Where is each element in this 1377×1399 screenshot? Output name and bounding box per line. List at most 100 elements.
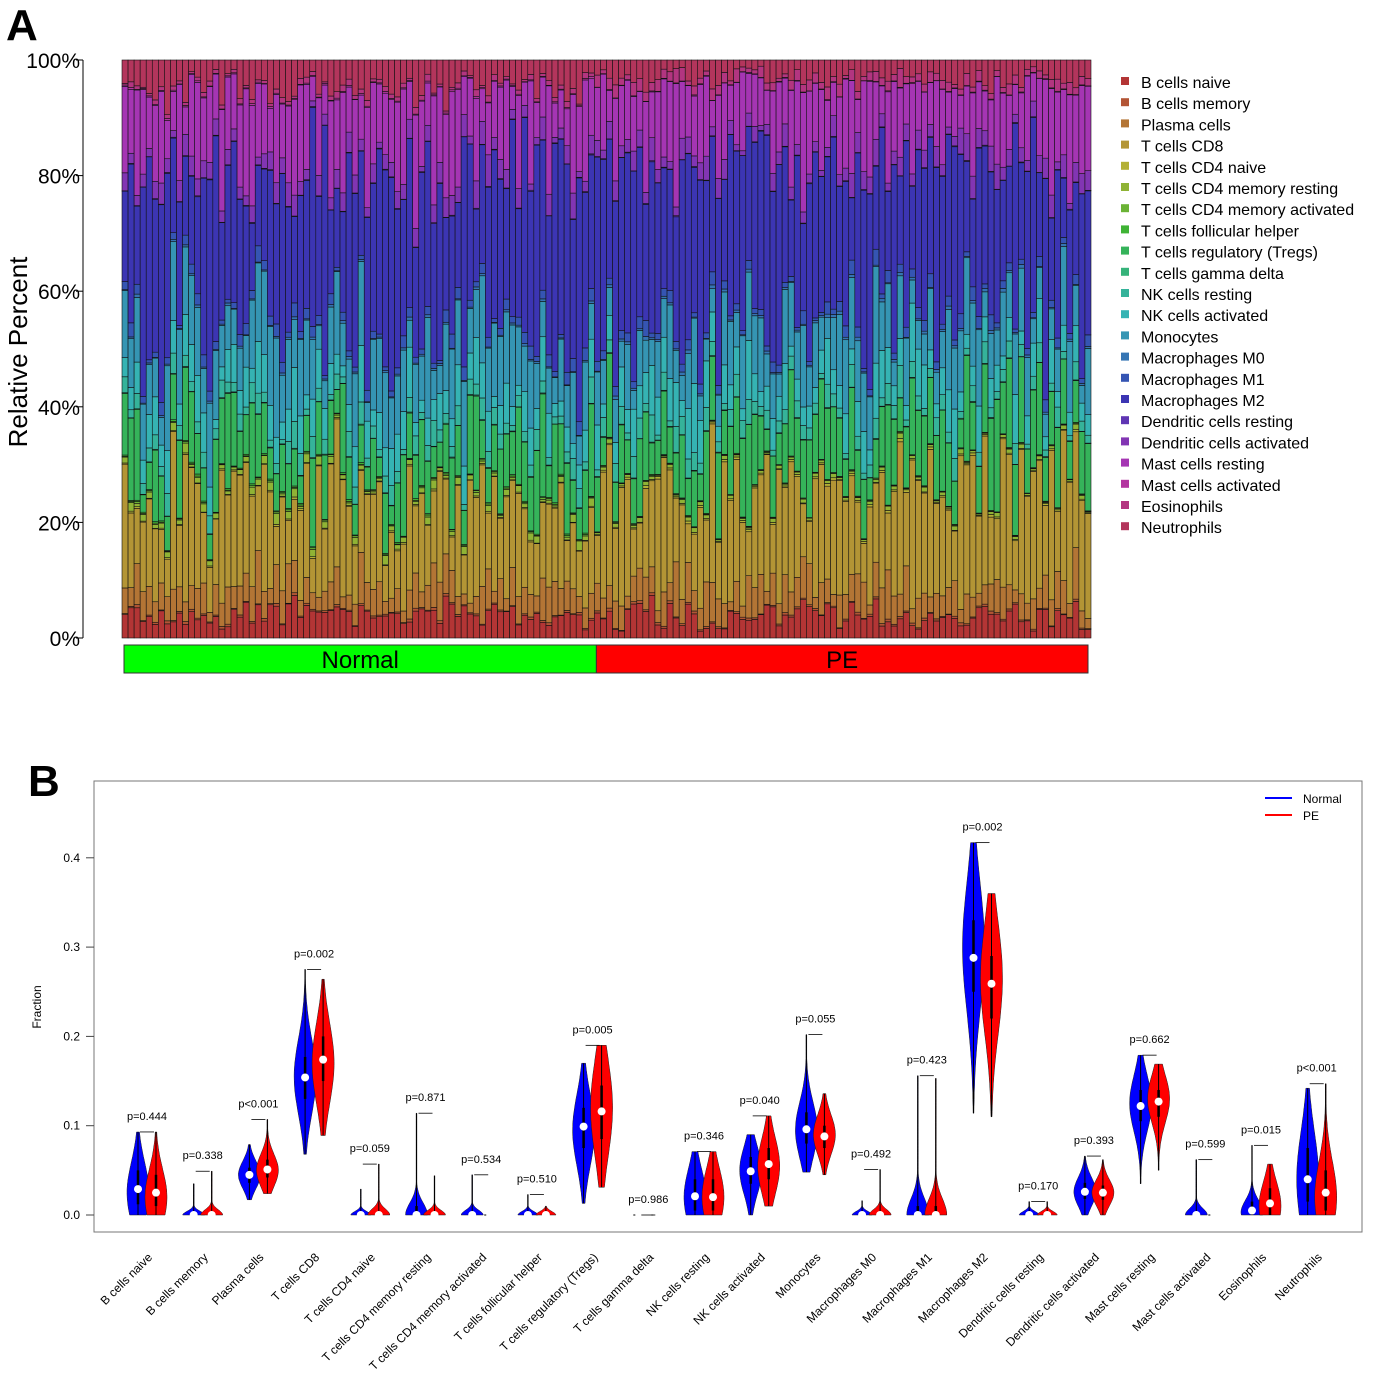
- bar-segment: [969, 92, 977, 177]
- bar-segment: [521, 586, 529, 615]
- bar-segment: [1042, 157, 1049, 179]
- bar-segment: [321, 84, 329, 115]
- bar-segment: [1042, 74, 1049, 79]
- bar-segment: [279, 444, 286, 492]
- bar-segment: [763, 604, 771, 639]
- bar-segment: [654, 434, 662, 441]
- median-point: [820, 1132, 829, 1141]
- bar-segment: [242, 205, 250, 324]
- bar-segment: [763, 353, 771, 387]
- bar-segment: [382, 555, 389, 566]
- bar-segment: [902, 565, 910, 612]
- bar-segment: [569, 94, 577, 194]
- sample-bar: [824, 59, 831, 639]
- bar-segment: [606, 59, 613, 79]
- bar-segment: [254, 392, 262, 415]
- bar-segment: [1048, 626, 1055, 639]
- bar-segment: [333, 99, 341, 170]
- bar-segment: [418, 166, 426, 173]
- bar-segment: [267, 404, 274, 441]
- bar-segment: [1078, 420, 1086, 432]
- bar-segment: [509, 59, 516, 85]
- bar-segment: [351, 486, 359, 505]
- bar-segment: [436, 365, 444, 394]
- bar-segment: [963, 257, 971, 335]
- bar-segment: [479, 362, 486, 399]
- bar-segment: [654, 440, 662, 475]
- bar-segment: [709, 582, 716, 623]
- bar-segment: [927, 349, 934, 369]
- bar-segment: [909, 622, 916, 626]
- bar-segment: [660, 78, 668, 158]
- bar-segment: [642, 59, 650, 93]
- bar-segment: [987, 514, 995, 518]
- bar-segment: [1005, 272, 1013, 318]
- bar-segment: [618, 630, 625, 639]
- bar-segment: [491, 318, 498, 323]
- violin-pair: p=0.423: [906, 1055, 948, 1219]
- sample-bar: [279, 59, 286, 639]
- bar-segment: [248, 105, 256, 207]
- bar-segment: [588, 403, 595, 497]
- bar-segment: [479, 273, 486, 277]
- y-axis: 0.00.10.20.30.4: [63, 851, 94, 1222]
- bar-segment: [745, 112, 753, 127]
- bar-segment: [860, 80, 868, 172]
- bar-segment: [890, 361, 898, 387]
- bar-segment: [630, 528, 638, 577]
- sample-bar: [1078, 59, 1086, 639]
- sample-bar: [896, 59, 904, 639]
- bar-segment: [824, 338, 831, 385]
- bar-segment: [902, 405, 910, 421]
- bar-segment: [218, 602, 226, 627]
- bar-segment: [799, 59, 807, 85]
- bar-segment: [721, 459, 728, 463]
- sample-bar: [194, 59, 202, 639]
- bar-segment: [872, 482, 880, 563]
- bar-segment: [818, 615, 825, 639]
- bar-segment: [921, 486, 928, 493]
- bar-segment: [1048, 217, 1055, 301]
- median-point: [1266, 1199, 1274, 1208]
- sample-bar: [254, 59, 262, 639]
- bar-segment: [430, 59, 438, 94]
- bar-segment: [1048, 79, 1055, 89]
- bar-segment: [212, 59, 220, 70]
- violin-pair: p=0.444: [126, 1111, 168, 1216]
- bar-segment: [315, 175, 323, 197]
- bar-segment: [545, 625, 553, 639]
- bar-segment: [1048, 299, 1055, 308]
- bar-segment: [806, 59, 813, 81]
- bar-segment: [376, 616, 383, 639]
- bar-segment: [545, 499, 553, 504]
- median-point: [189, 1211, 198, 1219]
- bar-segment: [188, 59, 195, 72]
- bar-segment: [200, 512, 208, 584]
- bar-segment: [715, 598, 722, 628]
- p-value-label: p=0.059: [350, 1143, 390, 1155]
- bar-segment: [981, 316, 989, 343]
- bar-segment: [1024, 357, 1031, 417]
- bar-segment: [896, 272, 904, 277]
- bar-segment: [539, 393, 547, 497]
- bar-segment: [1030, 375, 1037, 390]
- bar-segment: [533, 613, 541, 639]
- bar-segment: [1042, 178, 1049, 401]
- bar-segment: [230, 586, 238, 609]
- bar-segment: [1072, 547, 1080, 600]
- bar-segment: [327, 304, 335, 308]
- sample-bar: [418, 59, 426, 639]
- bar-segment: [273, 59, 280, 90]
- bar-segment: [999, 382, 1007, 435]
- bar-segment: [951, 59, 959, 85]
- bar-segment: [830, 393, 837, 407]
- bar-segment: [1005, 262, 1013, 271]
- bar-segment: [836, 174, 844, 187]
- y-tick-label: 80%: [38, 166, 80, 189]
- bar-segment: [636, 517, 644, 523]
- bar-segment: [975, 466, 983, 514]
- sample-bar: [787, 59, 795, 639]
- bar-segment: [939, 176, 946, 325]
- bar-segment: [454, 405, 462, 426]
- bar-segment: [921, 492, 928, 594]
